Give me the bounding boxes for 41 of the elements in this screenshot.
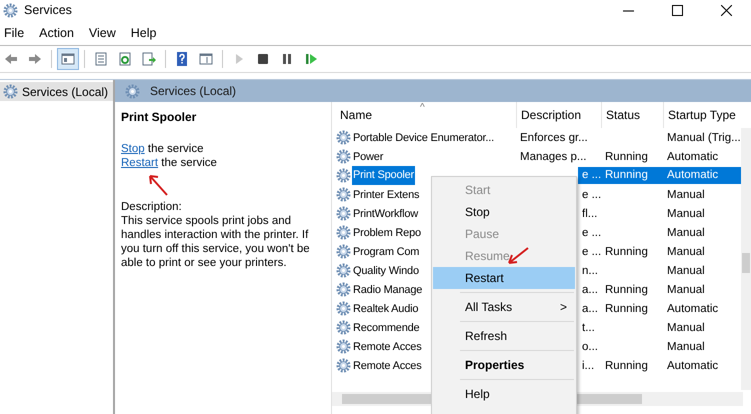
table-cell-text: Manual (Trig...	[666, 132, 742, 144]
table-cell-text: Manual	[666, 226, 706, 238]
table-cell-text: t...	[581, 322, 596, 334]
table-cell-text: fl...	[581, 208, 598, 220]
table-cell-text: e ...	[581, 246, 601, 258]
pane-title: Services (Local)	[150, 84, 236, 98]
service-title: Print Spooler	[121, 110, 198, 124]
table-cell: Automatic	[663, 167, 743, 184]
table-cell-text: Manual	[666, 188, 706, 200]
table-cell-text: Enforces gr...	[519, 132, 589, 144]
description-label: Description:	[121, 200, 183, 214]
table-cell-text: a...	[581, 302, 599, 314]
table-cell-text: Manual	[666, 340, 706, 352]
description-text: This service spools print jobs and handles interaction with the printer. If you turn off this service, you won't be able to print or see your printers.	[121, 214, 311, 270]
table-cell-text: Running	[604, 360, 649, 372]
table-cell-text: Running	[604, 302, 649, 314]
table-cell-text: e ...	[581, 188, 601, 200]
table-cell-text: e ...	[581, 226, 601, 238]
table-cell-text: Manual	[666, 264, 706, 276]
table-cell-text: n...	[581, 264, 599, 276]
table-cell-text: Manual	[666, 246, 706, 258]
action-text: Stop the service	[121, 142, 204, 156]
table-cell-text: Manual	[666, 322, 706, 334]
table-cell-text: Manages p...	[519, 150, 588, 162]
table-cell: e ...	[578, 167, 601, 184]
sort-indicator: ^	[420, 102, 425, 113]
window-title: Services	[24, 3, 72, 17]
table-cell-text: Manual	[666, 208, 706, 220]
table-cell-text: Running	[604, 284, 649, 296]
table-cell-text: Running	[604, 150, 649, 162]
table-cell-text: i...	[581, 360, 596, 372]
action-text: Restart the service	[121, 156, 218, 170]
table-cell-text: Automatic	[666, 150, 720, 162]
table-cell-text: a...	[581, 284, 599, 296]
table-cell-text: Manual	[666, 284, 706, 296]
table-cell-text: Automatic	[666, 302, 720, 314]
table-cell-text: o...	[581, 340, 599, 352]
table-cell-text: Running	[604, 246, 649, 258]
table-cell: Running	[601, 167, 663, 184]
table-cell-text: Automatic	[666, 360, 720, 372]
submenu-arrow: >	[560, 300, 567, 314]
